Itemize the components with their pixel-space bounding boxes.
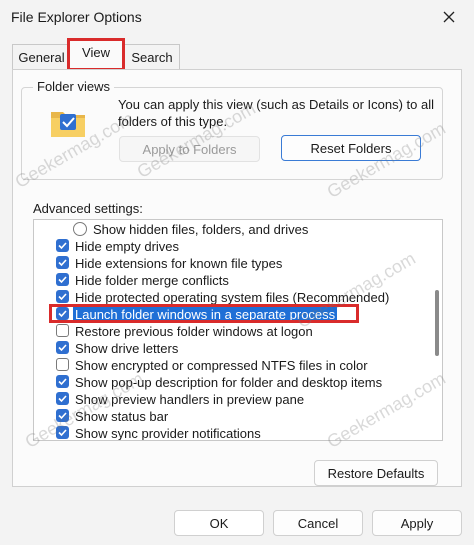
checkbox[interactable] bbox=[56, 426, 69, 439]
checkbox[interactable] bbox=[56, 239, 69, 252]
folder-views-description: You can apply this view (such as Details… bbox=[118, 97, 435, 129]
tab-view[interactable]: View bbox=[67, 38, 125, 71]
reset-folders-button[interactable]: Reset Folders bbox=[281, 135, 421, 161]
checkbox[interactable] bbox=[56, 392, 69, 405]
scrollbar-thumb[interactable] bbox=[435, 290, 439, 356]
list-item[interactable]: Show drive letters bbox=[34, 340, 424, 357]
title-bar: File Explorer Options bbox=[0, 0, 474, 36]
advanced-settings-list[interactable]: Show hidden files, folders, and drives H… bbox=[33, 219, 443, 441]
list-item[interactable]: Hide empty drives bbox=[34, 238, 424, 255]
list-item[interactable]: Show encrypted or compressed NTFS files … bbox=[34, 357, 424, 374]
checkbox[interactable] bbox=[56, 375, 69, 388]
close-icon bbox=[443, 11, 455, 23]
apply-button[interactable]: Apply bbox=[372, 510, 462, 536]
scrollbar[interactable] bbox=[434, 222, 440, 438]
list-item[interactable]: Show status bar bbox=[34, 408, 424, 425]
advanced-settings-label: Advanced settings: bbox=[33, 201, 143, 216]
checkbox[interactable] bbox=[56, 358, 69, 371]
checkbox[interactable] bbox=[56, 341, 69, 354]
folder-check-icon bbox=[49, 106, 89, 140]
list-item[interactable]: Show sync provider notifications bbox=[34, 425, 424, 440]
checkbox[interactable] bbox=[56, 273, 69, 286]
ok-button[interactable]: OK bbox=[174, 510, 264, 536]
list-item[interactable]: Restore previous folder windows at logon bbox=[34, 323, 424, 340]
highlight-annotation bbox=[49, 304, 359, 323]
radio-button[interactable] bbox=[73, 222, 87, 236]
cancel-button[interactable]: Cancel bbox=[273, 510, 363, 536]
apply-to-folders-button[interactable]: Apply to Folders bbox=[119, 136, 260, 162]
list-item[interactable]: Hide extensions for known file types bbox=[34, 255, 424, 272]
checkbox[interactable] bbox=[56, 324, 69, 337]
list-item[interactable]: Show preview handlers in preview pane bbox=[34, 391, 424, 408]
checkbox[interactable] bbox=[56, 256, 69, 269]
window-title: File Explorer Options bbox=[11, 9, 142, 25]
tab-general[interactable]: General bbox=[12, 44, 71, 69]
close-button[interactable] bbox=[436, 6, 462, 28]
list-item[interactable]: Hide folder merge conflicts bbox=[34, 272, 424, 289]
restore-defaults-button[interactable]: Restore Defaults bbox=[314, 460, 438, 486]
tab-search[interactable]: Search bbox=[124, 44, 180, 69]
checkbox[interactable] bbox=[56, 290, 69, 303]
folder-views-title: Folder views bbox=[33, 79, 114, 94]
list-item[interactable]: Show hidden files, folders, and drives bbox=[34, 221, 424, 238]
list-item[interactable]: Show pop-up description for folder and d… bbox=[34, 374, 424, 391]
checkbox[interactable] bbox=[56, 409, 69, 422]
